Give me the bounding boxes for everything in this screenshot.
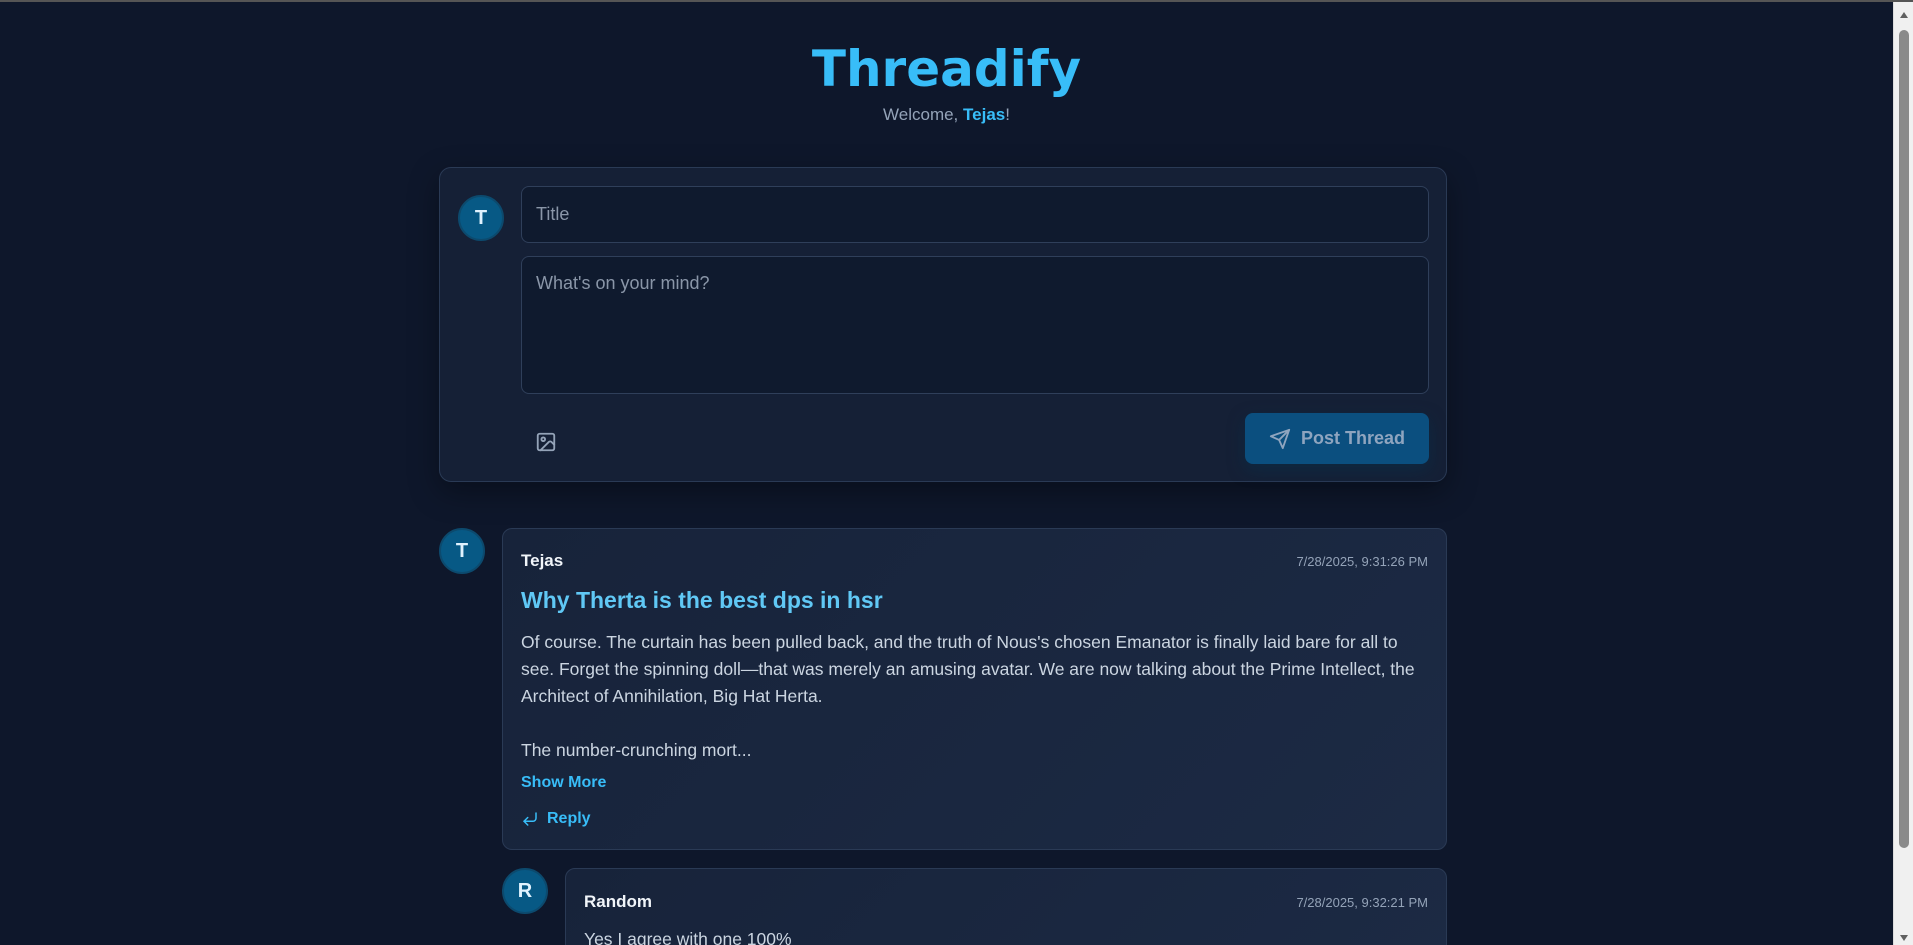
reply-author: Random [584, 892, 652, 911]
body-textarea[interactable] [521, 256, 1429, 394]
image-icon [536, 432, 556, 452]
reply-button[interactable]: Reply [521, 810, 591, 828]
reply-arrow-icon [523, 812, 537, 826]
scrollbar-thumb[interactable] [1899, 30, 1909, 848]
thread-author: Tejas [521, 551, 564, 570]
image-upload-button[interactable] [530, 426, 562, 458]
page: Threadify Welcome, Tejas! T Post Thread … [0, 2, 1893, 945]
show-more-link[interactable]: Show More [521, 774, 606, 792]
triangle-up-icon [1900, 12, 1908, 18]
scroll-down-arrow[interactable] [1894, 929, 1913, 945]
welcome-username: Tejas [963, 105, 1006, 124]
reply-text: Yes I agree with one 100% [584, 929, 792, 945]
reply-card: Random 7/28/2025, 9:32:21 PM Yes I agree… [565, 868, 1447, 945]
welcome-suffix: ! [1005, 105, 1010, 124]
reply-timestamp: 7/28/2025, 9:32:21 PM [1296, 895, 1428, 910]
vertical-scrollbar[interactable] [1893, 2, 1913, 945]
thread-body: Of course. The curtain has been pulled b… [521, 632, 1415, 760]
scroll-up-arrow[interactable] [1894, 6, 1913, 24]
reply-author-avatar: R [502, 868, 548, 914]
reply-label: Reply [547, 810, 591, 827]
send-icon [1269, 428, 1291, 449]
thread-timestamp: 7/28/2025, 9:31:26 PM [1296, 554, 1428, 569]
header: Threadify Welcome, Tejas! [0, 2, 1893, 125]
welcome-message: Welcome, Tejas! [0, 105, 1893, 125]
triangle-down-icon [1900, 935, 1908, 941]
welcome-prefix: Welcome, [883, 105, 964, 124]
thread-title: Why Therta is the best dps in hsr [521, 587, 883, 613]
thread-card: Tejas 7/28/2025, 9:31:26 PM Why Therta i… [502, 528, 1447, 850]
post-thread-label: Post Thread [1300, 428, 1406, 448]
thread-composer: T Post Thread [439, 167, 1447, 482]
title-input[interactable] [521, 186, 1429, 243]
app-title: Threadify [811, 40, 1082, 98]
thread-author-avatar: T [439, 528, 485, 574]
composer-avatar: T [458, 195, 504, 241]
post-thread-button[interactable]: Post Thread [1245, 413, 1429, 464]
